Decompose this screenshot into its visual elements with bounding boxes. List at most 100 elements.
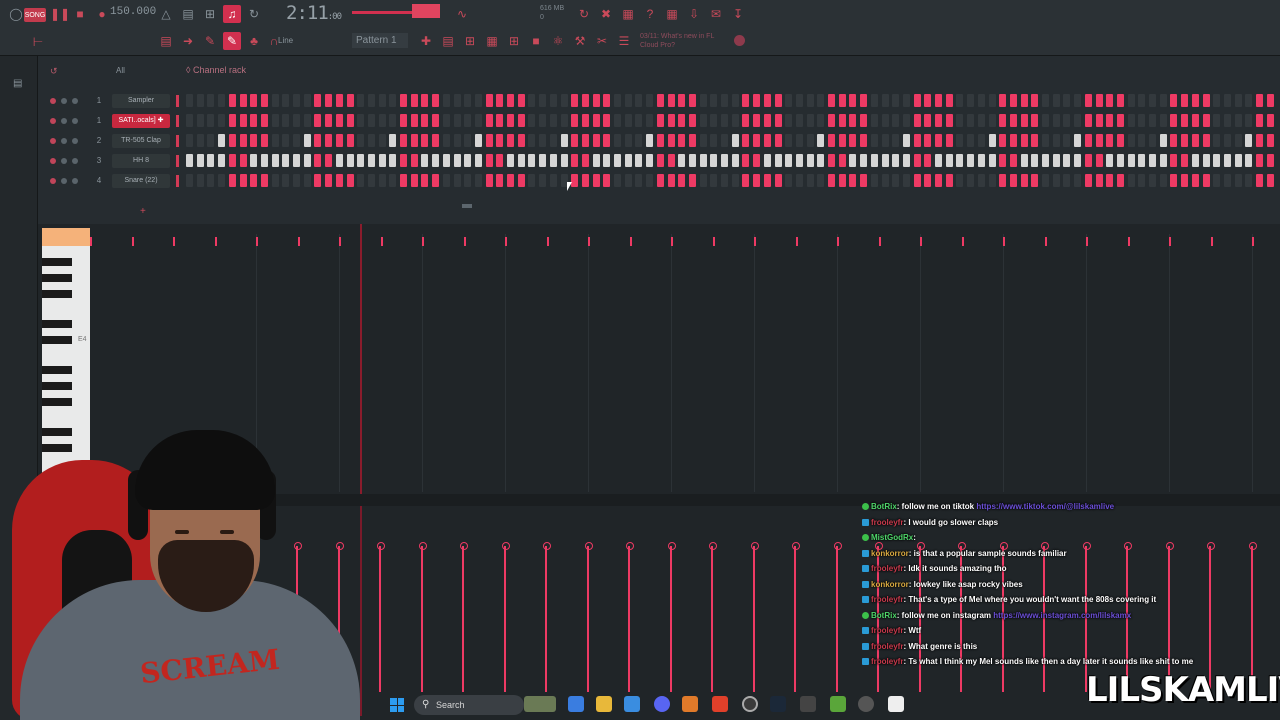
step-button[interactable]	[571, 94, 579, 107]
velocity-bar[interactable]	[460, 542, 468, 692]
step-button[interactable]	[474, 134, 482, 147]
step-button[interactable]	[892, 174, 900, 187]
channel-select-marker[interactable]	[176, 95, 179, 107]
step-button[interactable]	[496, 174, 504, 187]
channel-controls[interactable]	[50, 136, 90, 146]
step-button[interactable]	[753, 134, 761, 147]
pan-knob-icon[interactable]	[61, 138, 67, 144]
step-button[interactable]	[485, 134, 493, 147]
step-button[interactable]	[806, 94, 814, 107]
step-button[interactable]	[325, 134, 333, 147]
step-button[interactable]	[667, 94, 675, 107]
step-button[interactable]	[196, 154, 204, 167]
step-button[interactable]	[207, 134, 215, 147]
step-button[interactable]	[464, 114, 472, 127]
tempo-display[interactable]: 150.000	[110, 6, 156, 18]
step-button[interactable]	[838, 174, 846, 187]
step-button[interactable]	[314, 134, 322, 147]
step-button[interactable]	[999, 134, 1007, 147]
step-button[interactable]	[988, 94, 996, 107]
step-button[interactable]	[635, 114, 643, 127]
step-button[interactable]	[881, 114, 889, 127]
note-marker[interactable]	[505, 237, 507, 246]
step-button[interactable]	[742, 134, 750, 147]
step-button[interactable]	[1116, 174, 1124, 187]
step-button[interactable]	[325, 114, 333, 127]
step-button[interactable]	[967, 134, 975, 147]
step-button[interactable]	[624, 154, 632, 167]
step-button[interactable]	[346, 134, 354, 147]
step-button[interactable]	[400, 154, 407, 167]
step-button[interactable]	[860, 154, 868, 167]
black-key[interactable]	[42, 258, 72, 266]
step-button[interactable]	[1223, 174, 1231, 187]
step-button[interactable]	[1245, 134, 1253, 147]
step-button[interactable]	[528, 174, 536, 187]
step-button[interactable]	[218, 94, 226, 107]
velocity-bar[interactable]	[584, 542, 593, 692]
channel-row[interactable]: 4 Snare (22)	[38, 172, 1280, 190]
note-marker[interactable]	[920, 237, 922, 246]
pan-knob-icon[interactable]	[61, 118, 67, 124]
channel-name-button[interactable]: HH 8	[112, 154, 170, 168]
step-button[interactable]	[186, 134, 193, 147]
step-button[interactable]	[1127, 174, 1135, 187]
step-button[interactable]	[817, 174, 825, 187]
step-button[interactable]	[678, 134, 686, 147]
step-button[interactable]	[1020, 134, 1028, 147]
step-button[interactable]	[614, 114, 621, 127]
note-marker[interactable]	[463, 237, 466, 246]
step-button[interactable]	[774, 154, 782, 167]
master-pitch-knob[interactable]	[412, 4, 440, 18]
browser-toggle-icon[interactable]: ▤	[13, 78, 22, 89]
mixer-track-number[interactable]: 1	[94, 96, 104, 105]
step-button[interactable]	[560, 154, 568, 167]
step-button[interactable]	[410, 134, 418, 147]
step-button[interactable]	[400, 174, 407, 187]
step-button[interactable]	[817, 154, 825, 167]
note-marker[interactable]	[878, 237, 881, 246]
step-button[interactable]	[656, 114, 664, 127]
step-button[interactable]	[774, 134, 782, 147]
step-button[interactable]	[667, 114, 675, 127]
step-button[interactable]	[496, 94, 504, 107]
step-button[interactable]	[656, 94, 664, 107]
step-button[interactable]	[1266, 134, 1274, 147]
channel-rack-icon[interactable]: ▦	[483, 32, 501, 50]
step-button[interactable]	[1149, 94, 1156, 107]
step-button[interactable]	[774, 94, 782, 107]
step-button[interactable]	[1223, 134, 1231, 147]
step-button[interactable]	[496, 154, 504, 167]
step-button[interactable]	[207, 114, 215, 127]
step-button[interactable]	[228, 154, 236, 167]
step-button[interactable]	[271, 154, 279, 167]
step-button[interactable]	[795, 134, 803, 147]
step-button[interactable]	[560, 134, 568, 147]
step-button[interactable]	[688, 174, 696, 187]
step-button[interactable]	[614, 174, 621, 187]
step-button[interactable]	[795, 114, 803, 127]
mute-led-icon[interactable]	[50, 178, 56, 184]
step-button[interactable]	[314, 154, 322, 167]
step-button[interactable]	[902, 114, 910, 127]
step-button[interactable]	[453, 114, 461, 127]
step-button[interactable]	[1181, 114, 1189, 127]
news-panel[interactable]: 03/11: What's new in FL Cloud Pro?	[640, 32, 714, 50]
step-button[interactable]	[1256, 114, 1263, 127]
wait-input-icon[interactable]: ♫	[223, 5, 241, 23]
step-button[interactable]	[560, 114, 568, 127]
channel-row[interactable]: 1 SATI..ocals] ✚	[38, 112, 1280, 130]
step-button[interactable]	[335, 134, 343, 147]
step-button[interactable]	[1170, 134, 1178, 147]
step-button[interactable]	[742, 114, 750, 127]
step-button[interactable]	[656, 134, 664, 147]
step-button[interactable]	[346, 174, 354, 187]
step-button[interactable]	[699, 114, 707, 127]
capcut-icon[interactable]	[888, 696, 904, 712]
step-button[interactable]	[667, 134, 675, 147]
step-button[interactable]	[528, 114, 536, 127]
step-edit-icon[interactable]: ⊞	[201, 5, 219, 23]
step-button[interactable]	[218, 114, 226, 127]
step-button[interactable]	[614, 94, 621, 107]
step-button[interactable]	[785, 154, 793, 167]
